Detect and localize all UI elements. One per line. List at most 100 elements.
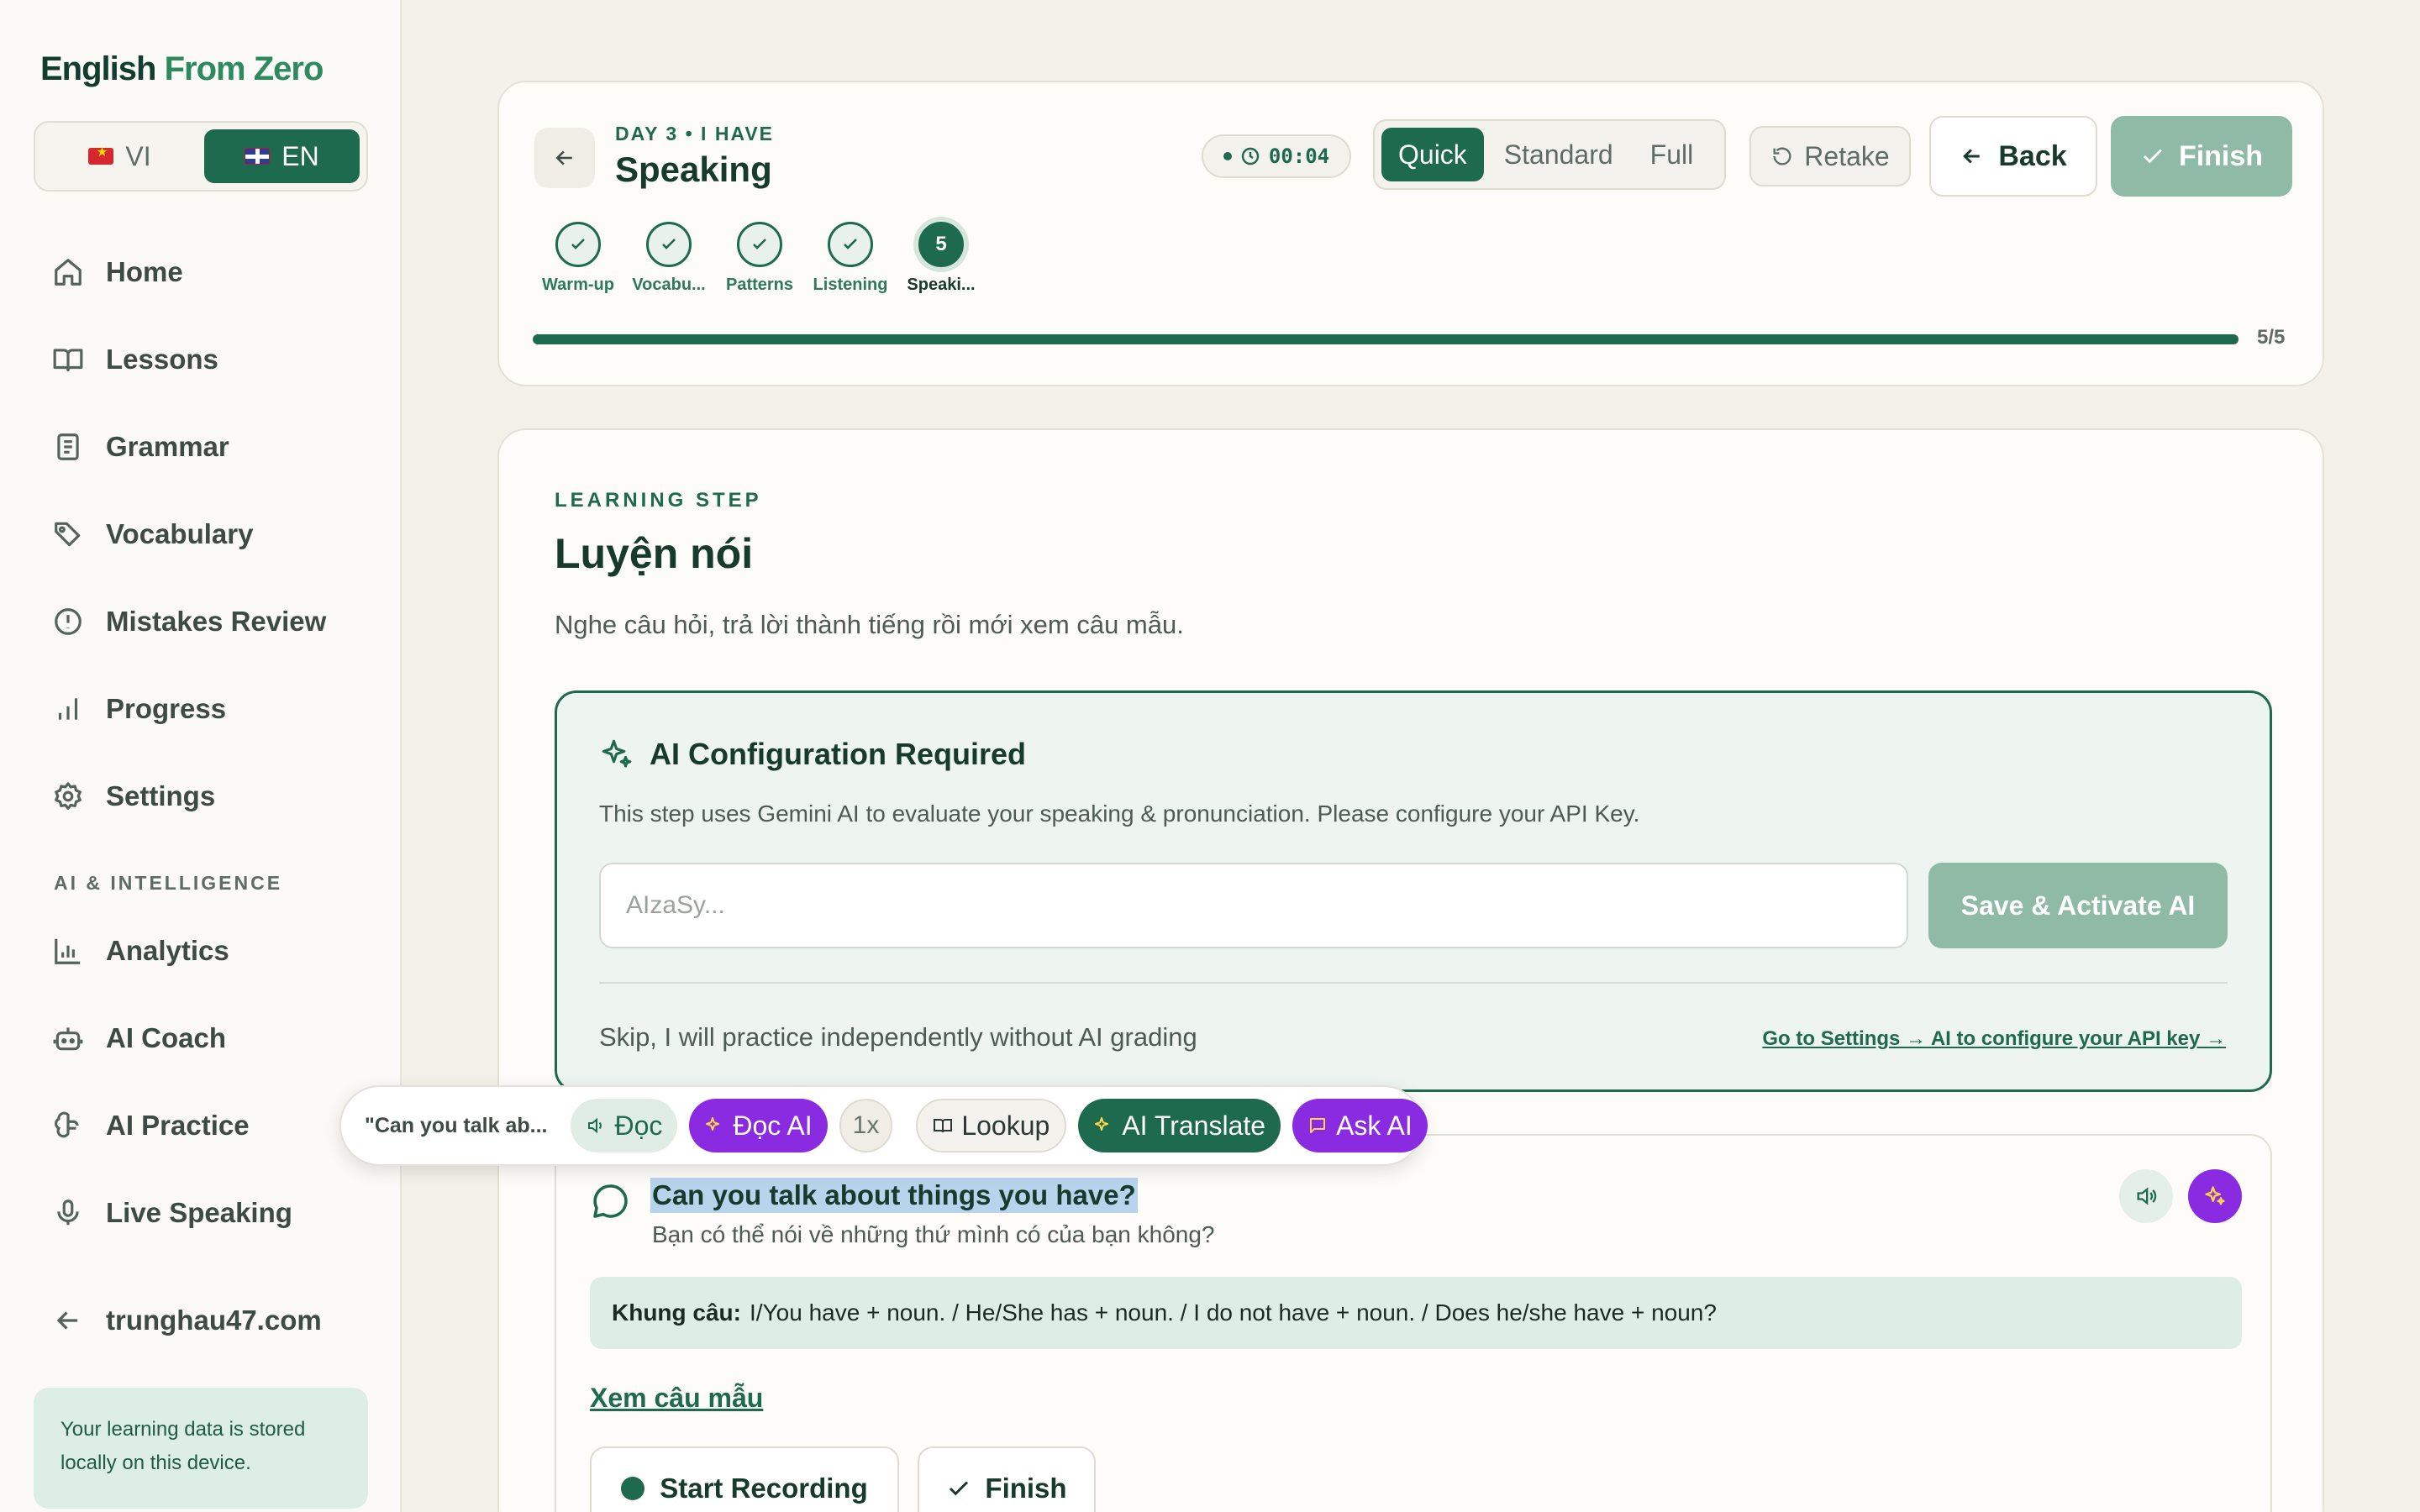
sidebar-item-label: Analytics (106, 935, 229, 966)
question-card: Can you talk about things you have? Bạn … (555, 1134, 2272, 1512)
back-button[interactable]: Back (1929, 116, 2097, 197)
bar-chart-icon (58, 698, 78, 720)
eyebrow-label: LEARNING STEP (555, 489, 762, 512)
mode-full-button[interactable]: Full (1634, 128, 1711, 181)
external-nav: trunghau47.com (34, 1277, 370, 1364)
step-vocabulary[interactable]: Vocabu... (623, 222, 714, 295)
check-icon (2143, 149, 2162, 164)
alert-circle-icon (55, 608, 82, 635)
sentence-frame-text: I/You have + noun. / He/She has + noun. … (750, 1299, 1717, 1326)
arrow-left-icon (56, 1311, 78, 1330)
selection-toolbar: "Can you talk ab... Đọc Đọc AI 1x Lookup… (339, 1085, 1428, 1166)
lang-en-button[interactable]: EN (204, 129, 360, 183)
speed-button[interactable]: 1x (839, 1099, 893, 1152)
lang-vi-label: VI (125, 140, 151, 171)
save-activate-ai-button[interactable]: Save & Activate AI (1928, 863, 2228, 948)
progress-text: 5/5 (2257, 326, 2286, 349)
main-nav: Home Lessons Grammar Vocabulary Mistakes… (34, 228, 370, 840)
gear-icon (55, 782, 82, 810)
sidebar-item-lessons[interactable]: Lessons (34, 316, 370, 403)
read-ai-button[interactable]: Đọc AI (689, 1099, 828, 1152)
sidebar-item-ai-practice[interactable]: AI Practice (34, 1082, 370, 1169)
step-listening[interactable]: Listening (805, 222, 896, 295)
sidebar-item-label: AI Practice (106, 1110, 250, 1141)
step-speaking[interactable]: 5 Speaki... (896, 222, 986, 295)
learning-step-card: LEARNING STEP Luyện nói Nghe câu hỏi, tr… (497, 428, 2324, 1512)
microphone-icon (57, 1200, 79, 1226)
divider (599, 982, 2228, 984)
timer-value: 00:04 (1268, 144, 1330, 168)
home-icon (55, 259, 82, 286)
step-patterns[interactable]: Patterns (714, 222, 805, 295)
question-text[interactable]: Can you talk about things you have? (650, 1178, 1138, 1213)
brain-icon (55, 1111, 79, 1138)
step-label: Listening (813, 276, 888, 294)
ask-ai-button[interactable]: Ask AI (1292, 1099, 1428, 1152)
page-title: Luyện nói (555, 530, 754, 577)
sparkles-icon (706, 1117, 720, 1131)
check-icon (844, 239, 857, 249)
check-icon (571, 239, 585, 249)
api-key-input[interactable] (599, 863, 1908, 948)
sidebar-item-label: trunghau47.com (106, 1305, 322, 1336)
retake-button[interactable]: Retake (1749, 126, 1911, 186)
sidebar-item-settings[interactable]: Settings (34, 753, 370, 840)
start-recording-button[interactable]: Start Recording (590, 1446, 899, 1512)
step-warm-up[interactable]: Warm-up (533, 222, 623, 295)
question-finish-button[interactable]: Finish (918, 1446, 1096, 1512)
sidebar-item-live-speaking[interactable]: Live Speaking (34, 1169, 370, 1257)
storage-note: Your learning data is stored locally on … (34, 1388, 368, 1509)
check-icon (753, 239, 766, 249)
sidebar-item-label: Vocabulary (106, 518, 254, 549)
timer-badge: 00:04 (1202, 134, 1351, 178)
mode-standard-button[interactable]: Standard (1487, 128, 1630, 181)
read-aloud-button[interactable]: Đọc (571, 1099, 678, 1152)
progress-bar-fill (533, 334, 2238, 344)
record-dot-icon (621, 1477, 645, 1500)
mode-selector: Quick Standard Full (1373, 119, 1726, 190)
language-switcher: VI EN (34, 121, 368, 192)
question-speak-button[interactable] (2119, 1169, 2173, 1223)
analytics-icon (55, 938, 81, 964)
mode-quick-button[interactable]: Quick (1381, 128, 1484, 181)
check-icon (950, 1481, 969, 1496)
sidebar-item-grammar[interactable]: Grammar (34, 403, 370, 491)
rotate-ccw-icon (1773, 147, 1791, 165)
sidebar-item-mistakes-review[interactable]: Mistakes Review (34, 578, 370, 665)
brand-part2: From Zero (164, 50, 324, 87)
sidebar-item-label: Settings (106, 780, 216, 811)
header-back-icon-button[interactable] (534, 128, 595, 188)
finish-button[interactable]: Finish (2111, 116, 2292, 197)
lang-vi-button[interactable]: VI (42, 129, 197, 183)
step-label: Speaki... (907, 276, 976, 294)
go-to-settings-link[interactable]: Go to Settings → AI to configure your AP… (1762, 1027, 2226, 1051)
lookup-button[interactable]: Lookup (916, 1099, 1067, 1152)
sidebar-item-ai-coach[interactable]: AI Coach (34, 995, 370, 1082)
sparkles-icon (1095, 1117, 1109, 1131)
ai-config-description: This step uses Gemini AI to evaluate you… (599, 801, 1640, 827)
vietnam-flag-icon (88, 144, 114, 165)
sidebar-item-analytics[interactable]: Analytics (34, 907, 370, 995)
question-ai-button[interactable] (2188, 1169, 2242, 1223)
tags-icon (55, 522, 81, 547)
sparkles-icon (602, 739, 632, 768)
ai-translate-button[interactable]: AI Translate (1078, 1099, 1281, 1152)
sidebar-item-label: Home (106, 256, 183, 287)
step-indicator: Warm-up Vocabu... Patterns Listening 5 S… (533, 222, 986, 295)
speaker-icon (588, 1117, 602, 1134)
arrow-left-icon (555, 150, 572, 165)
sidebar-item-label: Grammar (106, 431, 229, 462)
start-recording-label: Start Recording (660, 1473, 868, 1504)
sidebar-item-external-site[interactable]: trunghau47.com (34, 1277, 370, 1364)
sidebar-item-vocabulary[interactable]: Vocabulary (34, 491, 370, 578)
skip-ai-link[interactable]: Skip, I will practice independently with… (599, 1022, 1197, 1053)
sidebar-item-progress[interactable]: Progress (34, 665, 370, 753)
view-sample-link[interactable]: Xem câu mẫu (590, 1383, 763, 1414)
speaker-icon (2137, 1187, 2157, 1205)
sidebar-item-home[interactable]: Home (34, 228, 370, 316)
brand-logo[interactable]: English From Zero (40, 50, 324, 88)
read-ai-label: Đọc AI (733, 1110, 813, 1141)
step-circle (646, 222, 692, 267)
book-open-icon (934, 1119, 953, 1133)
sentence-frame: Khung câu: I/You have + noun. / He/She h… (590, 1277, 2242, 1349)
